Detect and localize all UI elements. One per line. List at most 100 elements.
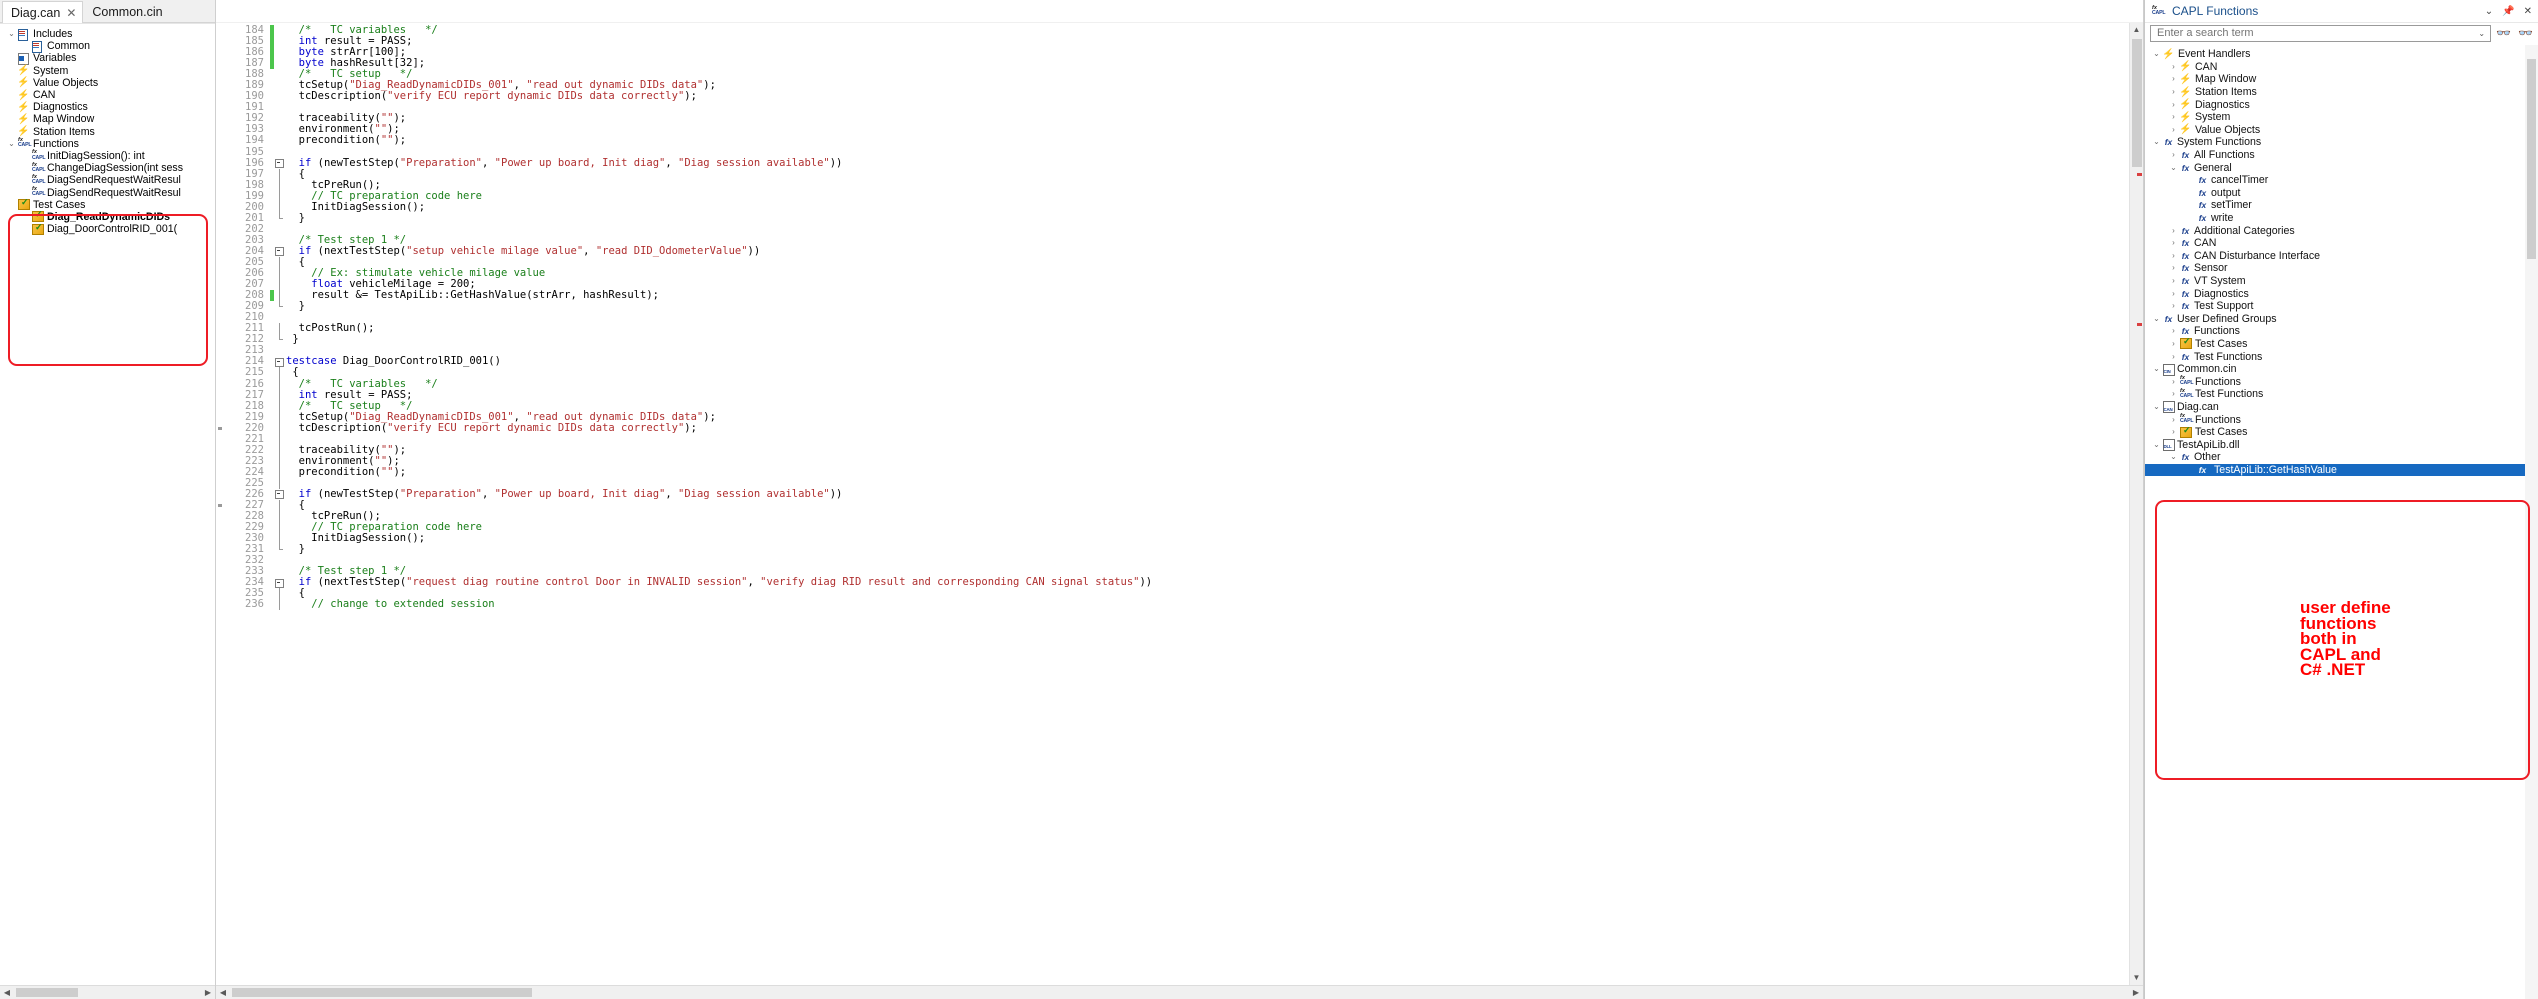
capl-tree-item[interactable]: › Value Objects	[2145, 124, 2538, 137]
capl-tree-item[interactable]: ⌄ fx General	[2145, 161, 2538, 174]
chevron-down-icon[interactable]: ⌄	[2168, 163, 2179, 173]
scroll-down-icon[interactable]: ▼	[2130, 971, 2143, 985]
code-line[interactable]: InitDiagSession();	[286, 201, 2129, 213]
project-tree-item[interactable]: Map Window	[0, 113, 215, 125]
code-line[interactable]: {	[286, 168, 2129, 180]
code-line[interactable]: if (nextTestStep("request diag routine c…	[286, 577, 2129, 588]
search-input-wrapper[interactable]: ⌄	[2150, 24, 2492, 42]
fold-toggle-icon[interactable]	[274, 577, 286, 588]
code-line[interactable]: tcPreRun();	[286, 511, 2129, 522]
capl-tree-item[interactable]: fx setTimer	[2145, 199, 2538, 212]
project-tree-item[interactable]: fx CAPL DiagSendRequestWaitResul	[0, 174, 215, 186]
code-line[interactable]: // change to extended session	[286, 599, 2129, 610]
project-tree-item[interactable]: fx CAPL DiagSendRequestWaitResul	[0, 186, 215, 198]
scroll-left-icon[interactable]: ◀	[0, 988, 14, 997]
chevron-right-icon[interactable]: ›	[2168, 339, 2179, 349]
capl-tree-item[interactable]: › CAN	[2145, 61, 2538, 74]
code-folding-column[interactable]	[274, 23, 286, 985]
capl-tree-item[interactable]: fx output	[2145, 187, 2538, 200]
code-line[interactable]: environment("");	[286, 455, 2129, 467]
code-line[interactable]	[286, 312, 2129, 323]
code-line[interactable]: tcPreRun();	[286, 179, 2129, 191]
capl-tree-item[interactable]: › fx CAPL Functions	[2145, 375, 2538, 388]
scroll-up-icon[interactable]: ▲	[2130, 23, 2143, 37]
capl-tree-item[interactable]: fx cancelTimer	[2145, 174, 2538, 187]
scroll-right-icon[interactable]: ▶	[201, 988, 215, 997]
editor-vertical-scrollbar[interactable]: ▲ ▼	[2129, 23, 2143, 985]
capl-tree-item[interactable]: › fx All Functions	[2145, 149, 2538, 162]
project-tree-item[interactable]: System	[0, 65, 215, 77]
code-line[interactable]: precondition("");	[286, 466, 2129, 478]
code-line[interactable]: traceability("");	[286, 444, 2129, 456]
tab-diag-can[interactable]: Diag.can ✕	[2, 1, 84, 23]
chevron-down-icon[interactable]: ⌄	[2475, 29, 2488, 38]
code-line[interactable]: {	[286, 367, 2129, 378]
capl-tree-item[interactable]: › fx Additional Categories	[2145, 224, 2538, 237]
pin-icon[interactable]: 📌	[2500, 6, 2516, 17]
chevron-down-icon[interactable]: ⌄	[2151, 440, 2162, 450]
editor-horizontal-scrollbar[interactable]: ◀ ▶	[216, 985, 2143, 999]
chevron-right-icon[interactable]: ›	[2168, 301, 2179, 311]
project-tree-item[interactable]: Diag_DoorControlRID_001(	[0, 222, 215, 235]
code-line[interactable]: byte hashResult[32];	[286, 58, 2129, 69]
code-line[interactable]: tcDescription("verify ECU report dynamic…	[286, 91, 2129, 102]
capl-tree-item[interactable]: › Test Cases	[2145, 425, 2538, 439]
capl-tree-item[interactable]: › fx CAPL Functions	[2145, 413, 2538, 426]
chevron-right-icon[interactable]: ›	[2168, 226, 2179, 236]
code-line[interactable]: {	[286, 499, 2129, 511]
code-line[interactable]: // TC preparation code here	[286, 190, 2129, 202]
fold-toggle-icon[interactable]	[274, 158, 286, 169]
chevron-down-icon[interactable]: ⌄	[2483, 6, 2495, 17]
code-line[interactable]: testcase Diag_DoorControlRID_001()	[286, 356, 2129, 367]
project-tree-item[interactable]: Station Items	[0, 126, 215, 138]
capl-tree-item[interactable]: ⌄ CIN Common.cin	[2145, 363, 2538, 376]
tab-common-cin[interactable]: Common.cin	[83, 0, 170, 22]
chevron-right-icon[interactable]: ›	[2168, 326, 2179, 336]
code-line[interactable]: environment("");	[286, 124, 2129, 135]
capl-tree-item[interactable]: › Test Cases	[2145, 336, 2538, 351]
project-tree-item[interactable]: Common	[0, 40, 215, 53]
chevron-down-icon[interactable]: ⌄	[2151, 49, 2162, 59]
chevron-right-icon[interactable]: ›	[2168, 415, 2179, 425]
chevron-right-icon[interactable]: ›	[2168, 377, 2179, 387]
binoculars-next-icon[interactable]: 👓	[2516, 27, 2535, 39]
code-text-area[interactable]: /* TC variables */ int result = PASS; by…	[286, 23, 2129, 985]
code-line[interactable]: InitDiagSession();	[286, 533, 2129, 544]
chevron-down-icon[interactable]: ⌄	[6, 139, 17, 149]
code-line[interactable]: {	[286, 588, 2129, 599]
chevron-right-icon[interactable]: ›	[2168, 263, 2179, 273]
capl-tree-item[interactable]: › fx CAPL Test Functions	[2145, 388, 2538, 401]
capl-tree-item[interactable]: fx write	[2145, 212, 2538, 225]
code-line[interactable]: }	[286, 334, 2129, 345]
capl-tree-item[interactable]: › fx Functions	[2145, 325, 2538, 338]
project-tree-item[interactable]: Value Objects	[0, 77, 215, 89]
fold-toggle-icon[interactable]	[274, 246, 286, 257]
close-icon[interactable]: ✕	[2522, 6, 2534, 17]
capl-tree-item[interactable]: ⌄ CAN Diag.can	[2145, 401, 2538, 414]
chevron-down-icon[interactable]: ⌄	[2168, 452, 2179, 462]
chevron-right-icon[interactable]: ›	[2168, 276, 2179, 286]
scroll-left-icon[interactable]: ◀	[216, 988, 230, 997]
chevron-down-icon[interactable]: ⌄	[6, 29, 17, 39]
capl-tree-item[interactable]: ⌄ fx Other	[2145, 451, 2538, 464]
capl-tree-item[interactable]: ⌄ Event Handlers	[2145, 48, 2538, 61]
fold-toggle-icon[interactable]	[274, 489, 286, 500]
capl-tree-item[interactable]: › Map Window	[2145, 73, 2538, 86]
project-tree-item[interactable]: CAN	[0, 89, 215, 101]
capl-tree-item[interactable]: ⌄ fx User Defined Groups	[2145, 312, 2538, 325]
code-line[interactable]: {	[286, 256, 2129, 268]
code-line[interactable]: tcDescription("verify ECU report dynamic…	[286, 422, 2129, 434]
binoculars-icon[interactable]: 👓	[2494, 27, 2513, 39]
chevron-right-icon[interactable]: ›	[2168, 352, 2179, 362]
code-line[interactable]: /* TC variables */	[286, 24, 2129, 36]
code-line[interactable]: int result = PASS;	[286, 389, 2129, 401]
chevron-right-icon[interactable]: ›	[2168, 251, 2179, 261]
capl-tree-item[interactable]: › fx Diagnostics	[2145, 287, 2538, 300]
chevron-down-icon[interactable]: ⌄	[2151, 402, 2162, 412]
project-tree-item[interactable]: fx CAPL InitDiagSession(): int	[0, 150, 215, 162]
chevron-right-icon[interactable]: ›	[2168, 62, 2179, 72]
capl-functions-tree[interactable]: ⌄Event Handlers›CAN›Map Window›Station I…	[2145, 45, 2538, 999]
capl-tree-item[interactable]: › fx Sensor	[2145, 262, 2538, 275]
scroll-right-icon[interactable]: ▶	[2129, 988, 2143, 997]
code-line[interactable]: /* TC variables */	[286, 378, 2129, 390]
